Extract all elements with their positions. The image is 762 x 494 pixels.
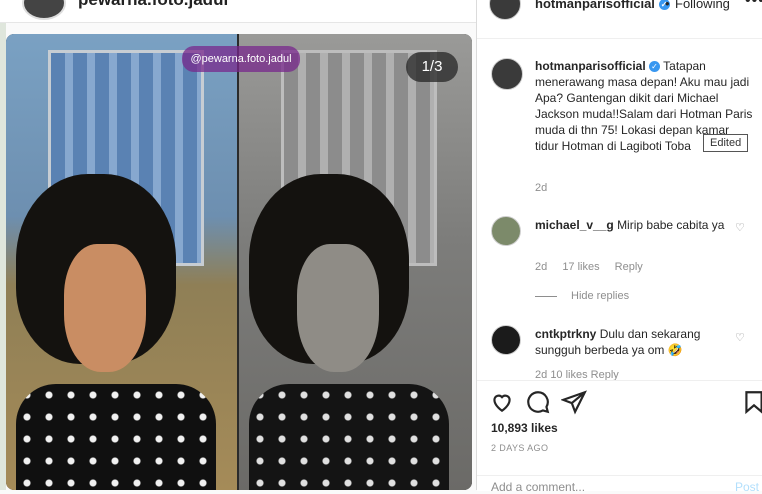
caption-verified-icon: ✓: [649, 61, 661, 72]
comment-bubble-icon[interactable]: [525, 389, 551, 415]
comment: michael_v__g Mirip babe cabita ya: [535, 217, 735, 233]
post-comment-button[interactable]: Post: [735, 480, 759, 494]
post-detail-panel: hotmanparisofficial ✓ • Following ••• ho…: [476, 0, 762, 494]
post-photo[interactable]: @pewarna.foto.jadul 1/3: [6, 34, 472, 490]
post-date[interactable]: 2 DAYS AGO: [491, 443, 548, 453]
hide-replies-line: [535, 296, 557, 297]
author-avatar[interactable]: [489, 0, 521, 20]
comment-time[interactable]: 2d: [535, 261, 547, 273]
save-bookmark-icon[interactable]: [741, 389, 762, 415]
background-account-name: pewarna.foto.jadul: [78, 0, 228, 10]
separator-dot: •: [665, 0, 670, 11]
comment-meta: 2d 17 likes Reply: [535, 261, 655, 273]
comment: cntkptrkny Dulu dan sekarang sungguh ber…: [535, 326, 735, 358]
comment-likes[interactable]: 17 likes: [562, 261, 599, 273]
following-button[interactable]: Following: [675, 0, 730, 11]
polka-dot-shirt-right: [249, 384, 449, 490]
post-actions-section: 10,893 likes 2 DAYS AGO Add a comment...…: [477, 380, 762, 494]
comment-avatar[interactable]: [491, 325, 521, 355]
like-heart-icon[interactable]: [489, 389, 515, 415]
edited-tooltip: Edited: [703, 134, 749, 152]
photo-counter: 1/3: [406, 52, 458, 82]
comment-like-heart-icon[interactable]: ♡: [735, 331, 745, 344]
likes-count[interactable]: 10,893 likes: [491, 421, 558, 435]
more-options-icon[interactable]: •••: [745, 0, 762, 10]
photo-divider: [237, 34, 239, 490]
add-comment-row: Add a comment... Post: [477, 475, 762, 494]
background-avatar: [22, 0, 66, 20]
photo-watermark: @pewarna.foto.jadul: [182, 46, 300, 72]
comment-avatar[interactable]: [491, 216, 521, 246]
comment-like-heart-icon[interactable]: ♡: [735, 221, 745, 234]
comment-username[interactable]: cntkptrkny: [535, 327, 596, 341]
face-right: [297, 244, 379, 372]
background-header: pewarna.foto.jadul: [0, 0, 476, 23]
face-left: [64, 244, 146, 372]
author-username[interactable]: hotmanparisofficial ✓: [535, 0, 670, 11]
post-header: hotmanparisofficial ✓ • Following •••: [477, 0, 762, 39]
caption-avatar[interactable]: [491, 58, 523, 90]
emoji-icon: 🤣: [667, 343, 683, 357]
caption-username[interactable]: hotmanparisofficial: [535, 59, 646, 73]
reply-button[interactable]: Reply: [615, 261, 643, 273]
comment-text: Mirip babe cabita ya: [617, 218, 725, 232]
hide-replies-button[interactable]: Hide replies: [571, 290, 629, 302]
polka-dot-shirt-left: [16, 384, 216, 490]
caption-timestamp[interactable]: 2d: [535, 182, 547, 194]
share-paper-plane-icon[interactable]: [561, 389, 587, 415]
add-comment-input[interactable]: Add a comment...: [491, 480, 585, 494]
author-username-text[interactable]: hotmanparisofficial: [535, 0, 655, 11]
comment-username[interactable]: michael_v__g: [535, 218, 614, 232]
